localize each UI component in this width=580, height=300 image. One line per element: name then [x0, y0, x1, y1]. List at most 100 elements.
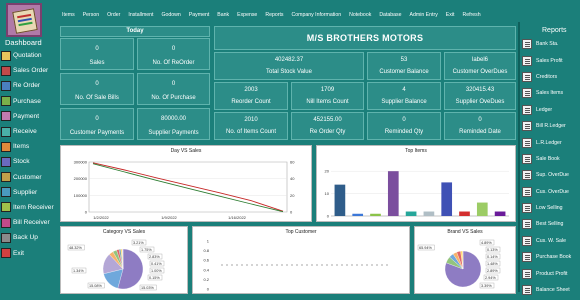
y-tick-label: 0.6: [203, 258, 209, 263]
customer-icon: [1, 172, 11, 183]
report-label: Sale Book: [536, 155, 560, 162]
nav-label: Items: [13, 143, 30, 151]
report-balance-sheet[interactable]: Balance Sheet: [522, 282, 578, 298]
stat-tile-no-of-reorder: 0 No. Of ReOrder: [137, 38, 210, 70]
nav-label: Quotation: [13, 52, 42, 60]
stat-label: Reorder Count: [231, 99, 271, 105]
report-sales-items[interactable]: Sales Items: [522, 85, 578, 101]
y-tick-label: 0.4: [203, 267, 209, 272]
stat-tile-re-order-qty: 452155.00 Re Order Qty: [291, 112, 364, 140]
report-sup-overdue[interactable]: Sup. OverDue: [522, 167, 578, 183]
report-label: Sup. OverDue: [536, 172, 569, 179]
nav-label: Stock: [13, 158, 30, 166]
stat-label: No. Of Purchase: [151, 95, 196, 101]
nav-exit[interactable]: Exit: [0, 245, 52, 260]
bar-4: [405, 211, 417, 216]
nav-back-up[interactable]: Back Up: [0, 230, 52, 245]
nav-payment[interactable]: Payment: [0, 109, 52, 124]
stat-value: 2010: [244, 117, 258, 123]
stat-value: 0: [95, 81, 99, 87]
quotation-icon: [1, 50, 11, 61]
top-customer-chart: Top Customer 1 0.8 0.6 0.4 0.2 0: [192, 226, 410, 294]
menu-payment[interactable]: Payment: [185, 12, 213, 18]
menu-admin-entry[interactable]: Admin Entry: [406, 12, 442, 18]
y-tick-label: 200000: [74, 176, 88, 181]
menu-refresh[interactable]: Refresh: [458, 12, 484, 18]
bar-2: [370, 213, 381, 216]
menu-order[interactable]: Order: [103, 12, 124, 18]
report-sales-profit[interactable]: Sales Profit: [522, 52, 578, 68]
menu-items[interactable]: Items: [58, 12, 79, 18]
stat-label: Re Order Qty: [309, 129, 346, 135]
pie-label: 0.14%: [487, 255, 498, 259]
report-document-icon: [522, 252, 532, 263]
nav-label: Back Up: [13, 234, 38, 242]
report-ledger[interactable]: Ledger: [522, 102, 578, 118]
y-tick-label: 300000: [74, 160, 88, 165]
nav-bill-receiver[interactable]: Bill Receiver: [0, 215, 52, 230]
y-tick-label: 1: [207, 239, 210, 244]
report-cus-overdue[interactable]: Cus. OverDue: [522, 184, 578, 200]
pie-label: 15.08%: [89, 284, 103, 288]
stat-value: 0: [95, 116, 99, 122]
stat-label: Reminded Date: [459, 129, 501, 135]
menu-database[interactable]: Database: [375, 12, 405, 18]
menu-godown[interactable]: Godown: [157, 12, 184, 18]
stat-tile-no-of-purchase: 0 No. Of Purchase: [137, 73, 210, 105]
nav-item-receiver[interactable]: Item Receiver: [0, 200, 54, 215]
bar-7: [459, 211, 470, 216]
nav-receive[interactable]: Receive: [0, 124, 52, 139]
stat-label: Reminded Qty: [384, 129, 424, 135]
stat-label: Supplier OveDues: [455, 99, 505, 105]
day-vs-sales-plot: 300000 200000 100000 0 60 40 20 0 1/2/2022 1/9/20…: [74, 160, 296, 221]
pie-label: 0.13%: [487, 248, 498, 252]
nav-label: Item Receiver: [13, 203, 54, 211]
pie-label: 1.75%: [141, 248, 152, 252]
report-best-selling[interactable]: Best Selling: [522, 216, 578, 232]
report-bank-sta[interactable]: Bank Sta.: [522, 36, 578, 52]
report-label: Best Selling: [536, 221, 564, 228]
report-purchase-book[interactable]: Purchase Book: [522, 249, 578, 265]
menu-notebook[interactable]: Notebook: [345, 12, 375, 18]
report-creditors[interactable]: Creditors: [522, 69, 578, 85]
report-label: Purchase Book: [536, 254, 572, 261]
stat-value: 1709: [320, 87, 335, 93]
nav-customer[interactable]: Customer: [0, 170, 52, 185]
report-document-icon: [522, 121, 532, 132]
report-label: Low Selling: [536, 205, 563, 212]
nav-stock[interactable]: Stock: [0, 154, 52, 169]
stat-tile-total-stock-value: 402482.37 Total Stock Value: [214, 52, 364, 80]
nav-sales-order[interactable]: Sales Order: [0, 63, 52, 78]
nav-items[interactable]: Items: [0, 139, 52, 154]
pie-label: 4.89%: [481, 241, 492, 245]
report-product-profit[interactable]: Product Profit: [522, 265, 578, 281]
menu-expense[interactable]: Expense: [233, 12, 261, 18]
stat-label: Supplier Payments: [148, 130, 199, 136]
stat-tile-reminded-date: 0 Reminded Date: [444, 112, 516, 140]
pie-label: 48.32%: [69, 246, 83, 250]
items-icon: [1, 141, 11, 152]
nav-supplier[interactable]: Supplier: [0, 185, 52, 200]
menu-reports[interactable]: Reports: [261, 12, 287, 18]
report-bill-r-ledger[interactable]: Bill R.Ledger: [522, 118, 578, 134]
menu-company-information[interactable]: Company Information: [288, 12, 346, 18]
plot-area: [88, 161, 288, 213]
report-cus-w-sale[interactable]: Cus. W. Sale: [522, 233, 578, 249]
receive-icon: [1, 126, 11, 137]
stat-label: No. of Items Count: [225, 129, 277, 135]
nav-quotation[interactable]: Quotation: [0, 48, 52, 63]
report-sale-book[interactable]: Sale Book: [522, 151, 578, 167]
nav-re-order[interactable]: Re Order: [0, 78, 52, 93]
nav-purchase[interactable]: Purchase: [0, 94, 52, 109]
menu-installment[interactable]: Installment: [124, 12, 157, 18]
report-low-selling[interactable]: Low Selling: [522, 200, 578, 216]
menu-bank[interactable]: Bank: [213, 12, 233, 18]
menu-exit[interactable]: Exit: [442, 12, 459, 18]
y-tick-label: 0.8: [203, 248, 209, 253]
stat-value: 452155.00: [313, 117, 342, 123]
report-l-r-ledger[interactable]: L.R.Ledger: [522, 134, 578, 150]
menu-person[interactable]: Person: [79, 12, 103, 18]
stat-value: 0: [478, 117, 482, 123]
stat-tile-no-of-sale-bills: 0 No. Of Sale Bills: [60, 73, 134, 105]
top-items-chart: Top Items 20 10 0: [316, 145, 516, 222]
